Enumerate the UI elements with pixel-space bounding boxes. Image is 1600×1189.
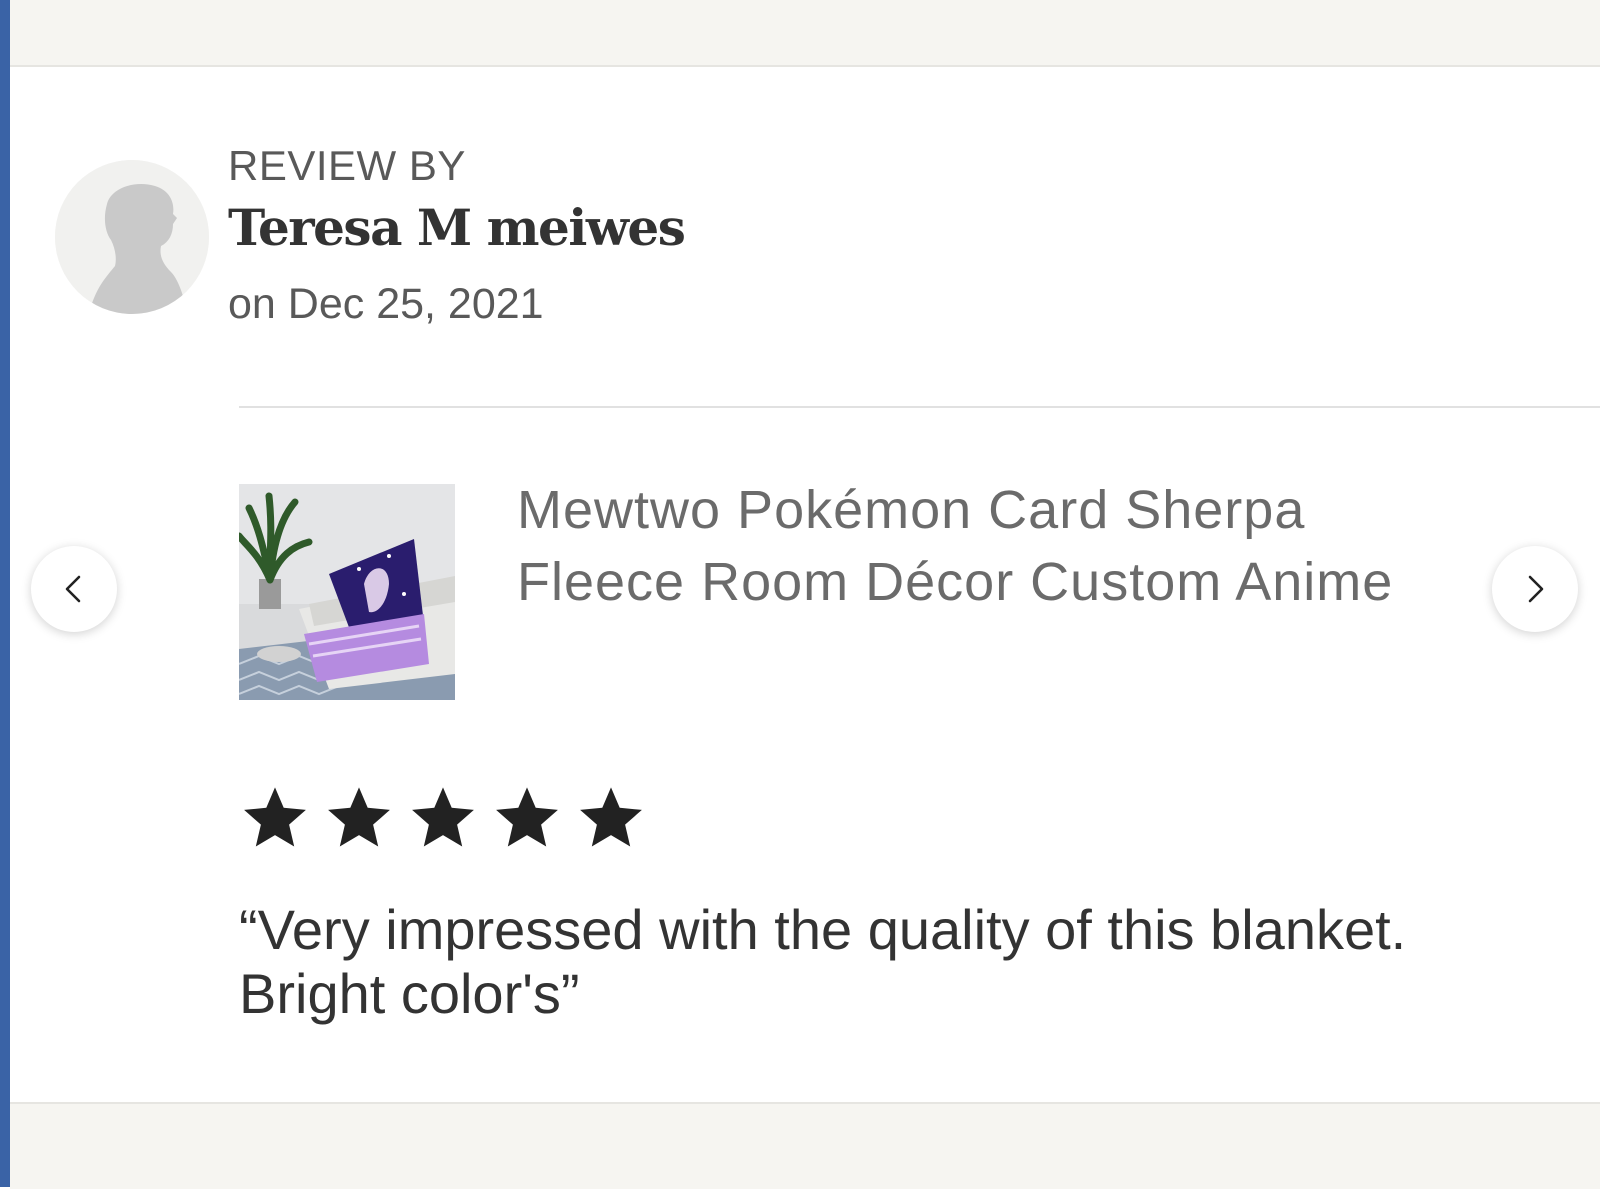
divider — [239, 406, 1600, 408]
star-icon — [244, 787, 306, 847]
reviewer-name[interactable]: Teresa M meiwes — [228, 198, 686, 257]
chevron-right-icon — [1528, 575, 1544, 603]
reviewer-avatar — [55, 160, 209, 314]
product-title[interactable]: Mewtwo Pokémon Card Sherpa Fleece Room D… — [517, 474, 1477, 618]
chevron-left-icon — [65, 575, 81, 603]
star-icon — [328, 787, 390, 847]
default-user-avatar-icon — [55, 160, 209, 314]
modal-header-bar — [10, 0, 1600, 67]
review-by-label: REVIEW BY — [228, 142, 466, 189]
review-modal: REVIEW BY Teresa M meiwes on Dec 25, 202… — [0, 0, 1600, 1189]
product-image — [239, 484, 455, 700]
next-review-button[interactable] — [1492, 546, 1578, 632]
review-text: “Very impressed with the quality of this… — [239, 898, 1407, 1025]
window-edge — [0, 0, 10, 1187]
star-icon — [580, 787, 642, 847]
star-rating — [239, 782, 647, 854]
modal-footer-bar — [10, 1102, 1600, 1189]
star-icon — [412, 787, 474, 847]
product-thumbnail[interactable] — [239, 484, 455, 700]
previous-review-button[interactable] — [31, 546, 117, 632]
review-date: on Dec 25, 2021 — [228, 280, 544, 328]
star-icon — [496, 787, 558, 847]
